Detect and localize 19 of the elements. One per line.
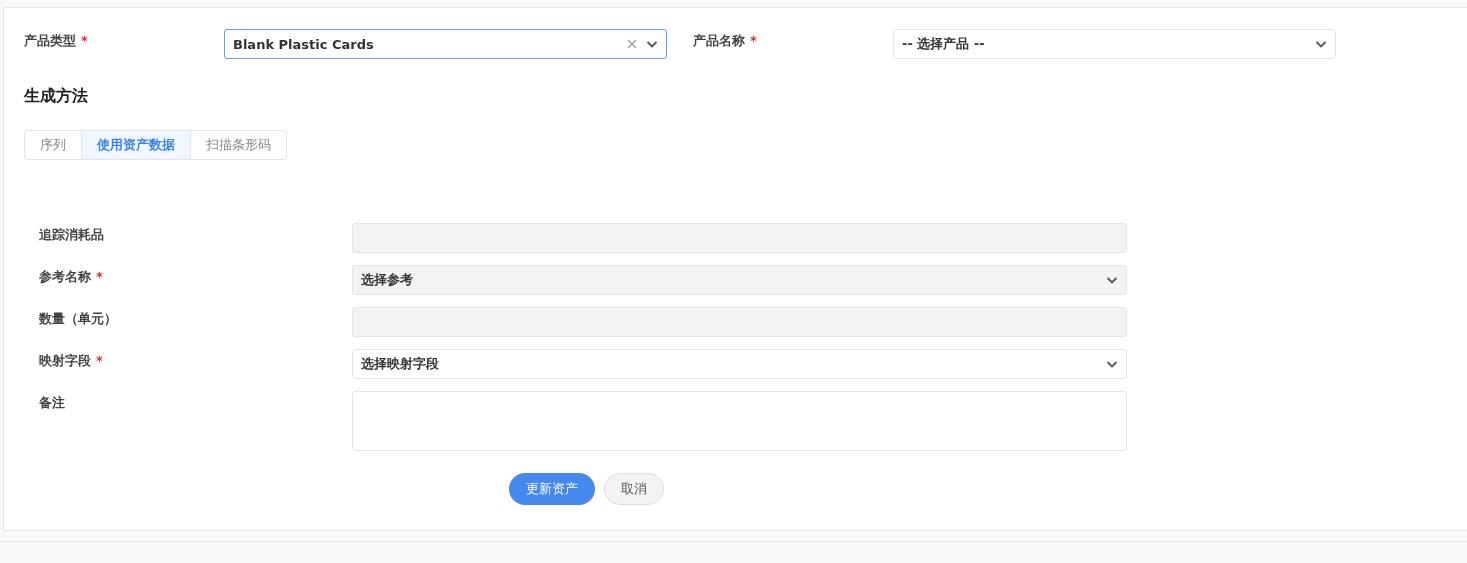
tab[interactable]: 扫描条形码 <box>190 130 287 160</box>
required-mark: * <box>750 33 757 48</box>
field-label: 参考名称 <box>39 269 91 284</box>
field-label: 备注 <box>39 395 65 410</box>
clear-icon[interactable] <box>626 38 638 50</box>
tab[interactable]: 使用资产数据 <box>81 130 191 160</box>
field-label: 产品名称 <box>693 33 745 48</box>
required-mark: * <box>81 33 88 48</box>
field-label: 映射字段 <box>39 353 91 368</box>
select-field[interactable]: 选择映射字段 <box>352 349 1127 379</box>
cancel-button[interactable]: 取消 <box>603 473 664 505</box>
required-mark: * <box>96 269 103 284</box>
required-mark: * <box>96 353 103 368</box>
select-field[interactable]: -- 选择产品 -- <box>893 29 1336 59</box>
field-label: 产品类型 <box>24 33 76 48</box>
section-title: 生成方法 <box>24 86 89 107</box>
select-field[interactable]: Blank Plastic Cards <box>224 29 667 59</box>
field-label: 数量（单元） <box>39 311 117 326</box>
field-label: 追踪消耗品 <box>39 227 104 242</box>
